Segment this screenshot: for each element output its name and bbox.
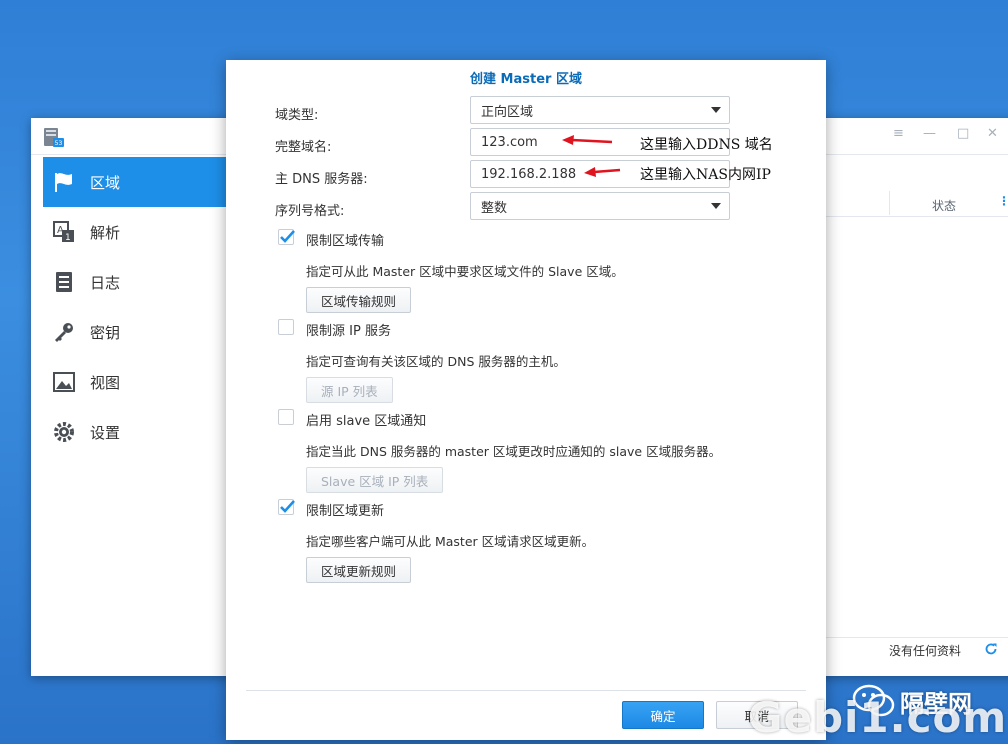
zone-type-value: 正向区域: [481, 104, 534, 120]
flag-icon: [52, 170, 76, 194]
svg-text:1: 1: [65, 233, 71, 243]
restrict-zone-update-checkbox[interactable]: [278, 499, 295, 515]
sidebar-item-label: 设置: [90, 423, 121, 442]
no-data-text: 没有任何资料: [889, 644, 962, 658]
restrict-source-ip-label: 限制源 IP 服务: [306, 324, 391, 339]
pin-icon[interactable]: ≡: [893, 126, 904, 141]
log-icon: [52, 270, 76, 294]
minimize-button[interactable]: —: [923, 126, 936, 141]
status-column-header[interactable]: 状态: [932, 197, 956, 214]
restrict-source-ip-desc: 指定可查询有关该区域的 DNS 服务器的主机。: [306, 354, 566, 369]
zone-update-rules-button[interactable]: 区域更新规则: [306, 557, 412, 583]
column-menu-icon[interactable]: ⋮: [998, 194, 1008, 208]
svg-text:53: 53: [55, 140, 63, 147]
sidebar-item-keys[interactable]: 密钥: [43, 307, 227, 357]
checkmark-icon: [280, 230, 295, 243]
chevron-down-icon: [711, 203, 721, 209]
ok-button[interactable]: 确定: [622, 701, 704, 729]
dialog-title: 创建 Master 区域: [470, 72, 582, 87]
watermark-site: Gebi1.com: [748, 693, 1008, 742]
sidebar-item-settings[interactable]: 设置: [43, 407, 227, 457]
sidebar-item-resolution[interactable]: A1 解析: [43, 207, 227, 257]
column-separator: [889, 191, 890, 215]
nas-ip-annotation: 这里输入NAS内网IP: [640, 167, 771, 183]
restrict-zone-transfer-checkbox[interactable]: [278, 229, 295, 245]
resolve-icon: A1: [52, 220, 76, 244]
restrict-zone-update-desc: 指定哪些客户端可从此 Master 区域请求区域更新。: [306, 534, 595, 549]
sidebar-item-label: 解析: [90, 223, 121, 242]
domain-name-value: 123.com: [481, 134, 538, 150]
maximize-button[interactable]: □: [957, 126, 969, 141]
sidebar-item-label: 密钥: [90, 323, 121, 342]
serial-format-label: 序列号格式:: [275, 204, 345, 219]
master-dns-value: 192.168.2.188: [481, 166, 577, 182]
sidebar-item-label: 视图: [90, 373, 121, 392]
sidebar: 区域 A1 解析 日志 密钥 视图 设置: [31, 155, 227, 676]
sidebar-item-label: 区域: [90, 173, 121, 192]
key-icon: [52, 320, 76, 344]
refresh-icon[interactable]: [984, 642, 998, 656]
arrow-annotation-icon: [562, 135, 613, 145]
create-master-zone-dialog: 创建 Master 区域 域类型: 正向区域 完整域名: 123.com 主 D…: [226, 60, 826, 740]
enable-slave-notify-desc: 指定当此 DNS 服务器的 master 区域更改时应通知的 slave 区域服…: [306, 444, 722, 459]
sidebar-item-log[interactable]: 日志: [43, 257, 227, 307]
ddns-annotation: 这里输入DDNS 域名: [640, 137, 773, 153]
sidebar-item-zones[interactable]: 区域: [43, 157, 227, 207]
slave-zone-ip-list-button[interactable]: Slave 区域 IP 列表: [306, 467, 444, 493]
master-dns-label: 主 DNS 服务器:: [275, 172, 368, 187]
enable-slave-notify-checkbox[interactable]: [278, 409, 294, 425]
restrict-zone-update-label: 限制区域更新: [306, 504, 385, 519]
zone-type-select[interactable]: 正向区域: [470, 96, 730, 124]
serial-format-value: 整数: [481, 200, 508, 216]
chevron-down-icon: [711, 107, 721, 113]
view-icon: [52, 370, 76, 394]
restrict-source-ip-checkbox[interactable]: [278, 319, 294, 335]
source-ip-list-button[interactable]: 源 IP 列表: [306, 377, 393, 403]
sidebar-item-views[interactable]: 视图: [43, 357, 227, 407]
domain-name-label: 完整域名:: [275, 140, 332, 155]
restrict-zone-transfer-label: 限制区域传输: [306, 234, 385, 249]
restrict-zone-transfer-desc: 指定可从此 Master 区域中要求区域文件的 Slave 区域。: [306, 264, 624, 279]
dialog-divider: [246, 690, 806, 691]
zone-transfer-rules-button[interactable]: 区域传输规则: [306, 287, 412, 313]
sidebar-item-label: 日志: [90, 273, 121, 292]
dns-server-app-icon: 53: [44, 128, 64, 147]
enable-slave-notify-label: 启用 slave 区域通知: [306, 414, 427, 429]
arrow-annotation-icon: [584, 167, 621, 177]
close-button[interactable]: ✕: [987, 126, 998, 141]
gear-icon: [52, 420, 76, 444]
checkmark-icon: [280, 500, 295, 513]
zone-type-label: 域类型:: [275, 108, 319, 123]
serial-format-select[interactable]: 整数: [470, 192, 730, 220]
